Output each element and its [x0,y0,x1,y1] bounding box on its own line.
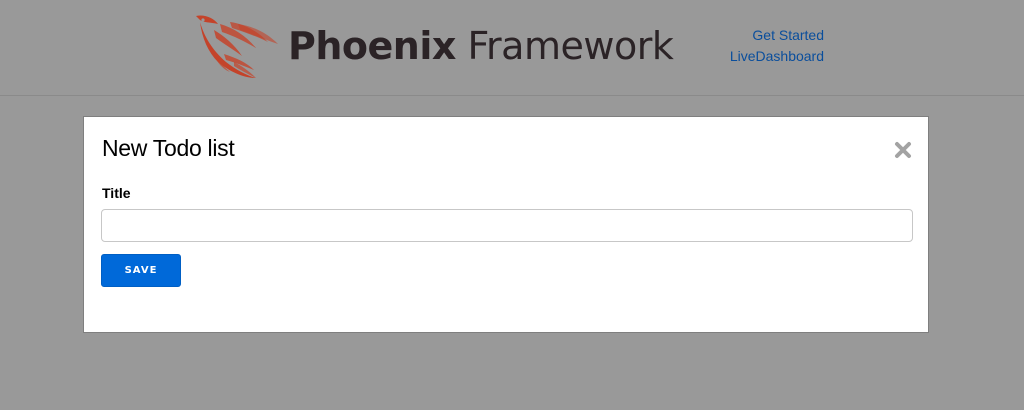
logo-text-light: Framework [467,24,674,68]
header-nav: Get Started LiveDashboard [730,25,824,67]
get-started-link[interactable]: Get Started [730,25,824,46]
title-label: Title [102,185,131,201]
modal-title: New Todo list [102,135,235,161]
new-todo-list-modal: New Todo list Title SAVE [83,116,929,333]
app-header: Phoenix Framework Get Started LiveDashbo… [0,0,1024,96]
phoenix-logo[interactable]: Phoenix Framework [190,14,674,80]
logo-text-bold: Phoenix [288,24,456,68]
title-input[interactable] [101,209,913,242]
phoenix-bird-icon [196,15,278,78]
close-icon [895,142,911,158]
close-button[interactable] [894,141,912,159]
live-dashboard-link[interactable]: LiveDashboard [730,46,824,67]
logo-wordmark: Phoenix Framework [288,23,674,69]
save-button[interactable]: SAVE [101,254,181,287]
